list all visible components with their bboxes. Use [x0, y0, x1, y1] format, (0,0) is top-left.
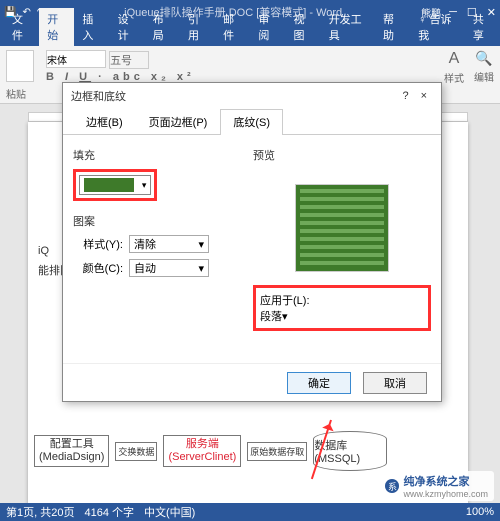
diagram-box-server: 服务端 (ServerClinet): [163, 435, 241, 467]
dialog-titlebar: 边框和底纹 ? ×: [63, 83, 441, 109]
tab-layout[interactable]: 布局: [145, 8, 180, 46]
share-button[interactable]: 共享: [465, 8, 500, 46]
chevron-down-icon: ▾: [198, 238, 204, 251]
editing-label[interactable]: 编辑: [474, 69, 494, 84]
watermark-brand: 纯净系统之家: [403, 473, 488, 489]
tab-file[interactable]: 文件: [4, 8, 39, 46]
tab-references[interactable]: 引用: [180, 8, 215, 46]
tab-help[interactable]: 帮助: [375, 8, 410, 46]
watermark: 系 纯净系统之家 www.kzmyhome.com: [379, 471, 494, 501]
pattern-section-label: 图案: [73, 213, 243, 229]
font-size-select[interactable]: 五号: [109, 51, 149, 69]
ok-button[interactable]: 确定: [287, 372, 351, 394]
chevron-down-icon: ▾: [282, 311, 288, 323]
shading-preview: [296, 185, 388, 271]
tab-review[interactable]: 审阅: [250, 8, 285, 46]
status-language[interactable]: 中文(中国): [144, 504, 195, 520]
dialog-tab-borders[interactable]: 边框(B): [73, 109, 136, 134]
status-page[interactable]: 第1页, 共20页: [6, 504, 74, 520]
dialog-help-icon[interactable]: ?: [396, 90, 414, 102]
status-words[interactable]: 4164 个字: [84, 504, 134, 520]
paste-label: 粘贴: [6, 86, 36, 101]
dialog-tab-shading[interactable]: 底纹(S): [220, 109, 283, 135]
tab-view[interactable]: 视图: [286, 8, 321, 46]
dialog-tab-page-border[interactable]: 页面边框(P): [136, 109, 221, 134]
font-group: 五号 B I U · abc x₂ x²: [46, 50, 195, 83]
bold-italic-underline[interactable]: B I U · abc x₂ x²: [46, 71, 195, 83]
paste-button[interactable]: [6, 50, 34, 82]
chevron-down-icon: ▾: [198, 262, 204, 275]
apply-to-select[interactable]: 段落▾: [260, 308, 424, 324]
fill-swatch: [84, 178, 134, 192]
tab-home[interactable]: 开始: [39, 8, 74, 46]
pattern-color-select[interactable]: 自动▾: [129, 259, 209, 277]
diagram-box-config: 配置工具 (MediaDsign): [34, 435, 109, 467]
diagram-link-2: 原始数据存取: [247, 442, 307, 461]
borders-shading-dialog: 边框和底纹 ? × 边框(B) 页面边框(P) 底纹(S) 填充 ▾ 图案 样式…: [62, 82, 442, 402]
dialog-title-text: 边框和底纹: [71, 88, 126, 104]
color-label: 颜色(C):: [73, 260, 123, 276]
apply-to-label: 应用于(L):: [260, 292, 424, 308]
styles-label[interactable]: 样式: [444, 70, 464, 85]
tab-mailings[interactable]: 邮件: [215, 8, 250, 46]
tab-insert[interactable]: 插入: [74, 8, 109, 46]
watermark-url: www.kzmyhome.com: [403, 489, 488, 499]
apply-highlight: 应用于(L): 段落▾: [253, 285, 431, 331]
preview-label: 预览: [253, 147, 431, 163]
fill-color-picker[interactable]: ▾: [79, 175, 151, 195]
diagram-link-1: 交换数据: [115, 442, 157, 461]
style-label: 样式(Y):: [73, 236, 123, 252]
status-zoom[interactable]: 100%: [466, 506, 494, 518]
watermark-logo-icon: 系: [385, 479, 399, 493]
font-name-input[interactable]: [46, 50, 106, 68]
tell-me[interactable]: ♀ 告诉我: [410, 8, 465, 46]
ribbon-tabs: 文件 开始 插入 设计 布局 引用 邮件 审阅 视图 开发工具 帮助 ♀ 告诉我…: [0, 24, 500, 46]
dialog-tabs: 边框(B) 页面边框(P) 底纹(S): [63, 109, 441, 135]
cancel-button[interactable]: 取消: [363, 372, 427, 394]
pattern-style-select[interactable]: 清除▾: [129, 235, 209, 253]
fill-section-label: 填充: [73, 147, 243, 163]
status-bar: 第1页, 共20页 4164 个字 中文(中国) 100%: [0, 503, 500, 521]
chevron-down-icon: ▾: [138, 180, 150, 191]
tab-developer[interactable]: 开发工具: [321, 8, 375, 46]
fill-highlight: ▾: [73, 169, 157, 201]
tab-design[interactable]: 设计: [110, 8, 145, 46]
dialog-close-icon[interactable]: ×: [415, 90, 433, 102]
